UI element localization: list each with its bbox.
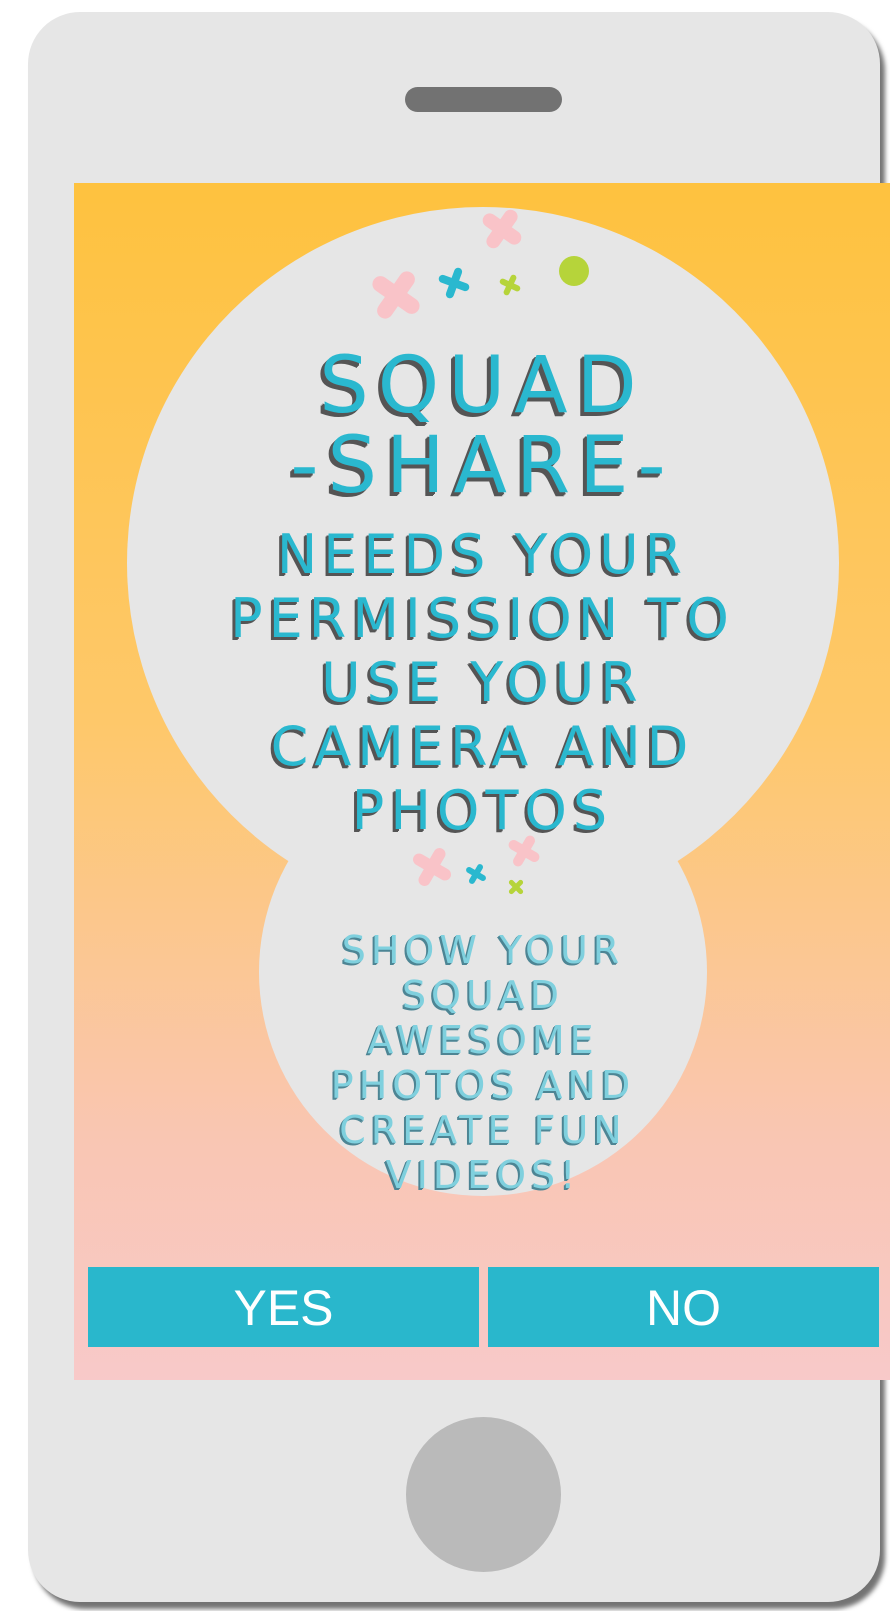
green-cross-icon xyxy=(499,274,521,296)
app-title-line1: SQUAD xyxy=(319,341,646,431)
home-button[interactable] xyxy=(406,1417,561,1572)
pink-cross-icon xyxy=(413,848,451,886)
app-title-line2: -SHARE- xyxy=(290,421,675,511)
yes-button[interactable]: YES xyxy=(88,1267,479,1347)
middle-confetti xyxy=(413,835,540,895)
green-cross-icon xyxy=(508,879,524,895)
phone-speaker xyxy=(405,87,562,112)
promo-message: SHOW YOUR SQUAD AWESOME PHOTOS AND CREAT… xyxy=(330,928,636,1197)
permission-message: NEEDS YOUR PERMISSION TO USE YOUR CAMERA… xyxy=(230,523,735,842)
phone-screen: SQUAD -SHARE- NEEDS YOUR PERMISSION TO U… xyxy=(74,183,890,1380)
phone-frame: SQUAD -SHARE- NEEDS YOUR PERMISSION TO U… xyxy=(28,12,890,1602)
no-button[interactable]: NO xyxy=(488,1267,879,1347)
pink-cross-icon xyxy=(372,271,420,319)
pink-cross-icon xyxy=(482,209,522,249)
top-confetti xyxy=(372,209,589,319)
blue-cross-icon xyxy=(438,267,470,299)
blue-cross-icon xyxy=(466,864,486,884)
green-dot-icon xyxy=(559,256,589,286)
